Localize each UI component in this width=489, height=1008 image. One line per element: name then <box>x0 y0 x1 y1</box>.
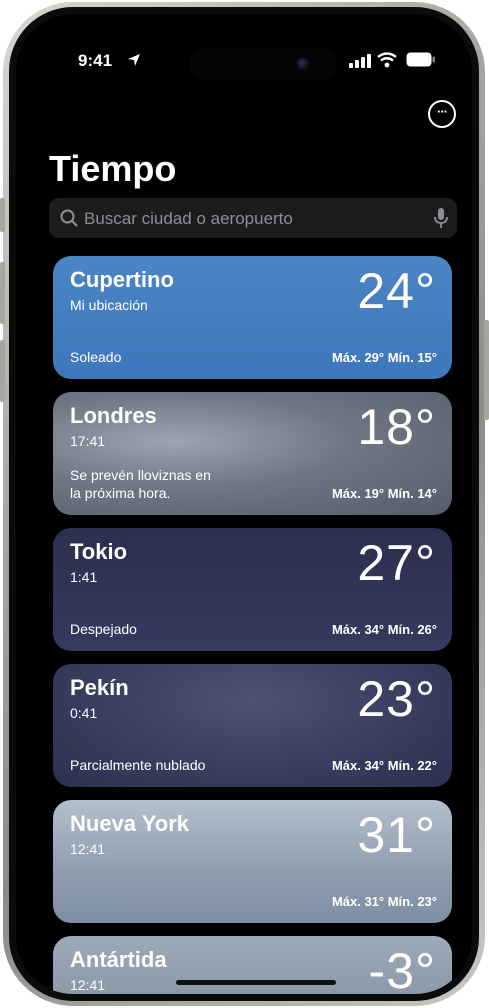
city-card-pekin[interactable]: Pekín 0:41 23° Parcialmente nublado Máx.… <box>53 664 452 787</box>
city-condition: Soleado <box>70 349 122 365</box>
battery-icon <box>406 52 435 67</box>
city-card-tokio[interactable]: Tokio 1:41 27° Despejado Máx. 34° Mín. 2… <box>53 528 452 651</box>
city-temperature: 24° <box>357 263 436 319</box>
city-name: Pekín <box>70 675 129 700</box>
city-temperature: 27° <box>357 535 436 591</box>
city-name: Antártida <box>70 947 167 972</box>
city-card-nueva-york[interactable]: Nueva York 12:41 31° Máx. 31° Mín. 23° <box>53 800 452 923</box>
volume-up-button <box>0 262 5 324</box>
search-input[interactable]: Buscar ciudad o aeropuerto <box>84 209 293 229</box>
location-arrow-icon <box>128 54 140 66</box>
city-subtitle: 0:41 <box>70 705 98 721</box>
city-name: Londres <box>70 403 157 428</box>
wifi-icon <box>377 52 397 68</box>
city-high-low: Máx. 19° Mín. 14° <box>331 486 437 501</box>
city-card-antartida[interactable]: Antártida 12:41 -3° <box>53 936 452 994</box>
city-name: Tokio <box>70 539 128 564</box>
city-temperature: 31° <box>357 807 436 863</box>
camera-icon <box>297 58 309 70</box>
screen: 9:41 ··· Tiempo Buscar ciudad o aeropuer… <box>16 14 472 994</box>
city-subtitle: 12:41 <box>70 977 106 993</box>
side-button <box>484 320 489 420</box>
city-subtitle: Mi ubicación <box>70 297 148 313</box>
city-subtitle: 17:41 <box>70 433 106 449</box>
volume-down-button <box>0 340 5 402</box>
city-condition: Despejado <box>70 621 137 637</box>
city-subtitle: 12:41 <box>70 841 106 857</box>
search-icon <box>60 209 78 227</box>
status-time: 9:41 <box>78 51 113 70</box>
microphone-icon[interactable] <box>434 208 448 229</box>
page-title: Tiempo <box>49 148 177 189</box>
city-temperature: 18° <box>357 399 436 455</box>
city-condition: Se prevén lloviznas en la próxima hora. <box>70 467 211 501</box>
home-indicator[interactable] <box>176 980 336 985</box>
city-high-low: Máx. 29° Mín. 15° <box>331 350 437 365</box>
city-card-londres[interactable]: Londres 17:41 18° Se prevén lloviznas en… <box>53 392 452 515</box>
city-card-cupertino[interactable]: Cupertino Mi ubicación 24° Soleado Máx. … <box>53 256 452 379</box>
city-temperature: -3° <box>368 943 436 994</box>
city-condition: Parcialmente nublado <box>70 757 206 773</box>
city-name: Cupertino <box>70 267 174 292</box>
city-high-low: Máx. 34° Mín. 26° <box>331 622 437 637</box>
city-high-low: Máx. 31° Mín. 23° <box>331 894 437 909</box>
more-options-button[interactable]: ··· <box>428 100 456 128</box>
search-bar[interactable]: Buscar ciudad o aeropuerto <box>49 198 457 238</box>
phone-bezel: 9:41 ··· Tiempo Buscar ciudad o aeropuer… <box>9 7 479 1001</box>
phone-frame: 9:41 ··· Tiempo Buscar ciudad o aeropuer… <box>3 2 485 1006</box>
status-bar: 9:41 <box>16 14 472 80</box>
city-high-low: Máx. 34° Mín. 22° <box>331 758 437 773</box>
city-name: Nueva York <box>70 811 190 836</box>
cellular-signal-icon <box>349 54 371 68</box>
action-button <box>0 198 5 232</box>
dynamic-island <box>189 48 337 80</box>
city-subtitle: 1:41 <box>70 569 98 585</box>
city-temperature: 23° <box>357 671 436 727</box>
